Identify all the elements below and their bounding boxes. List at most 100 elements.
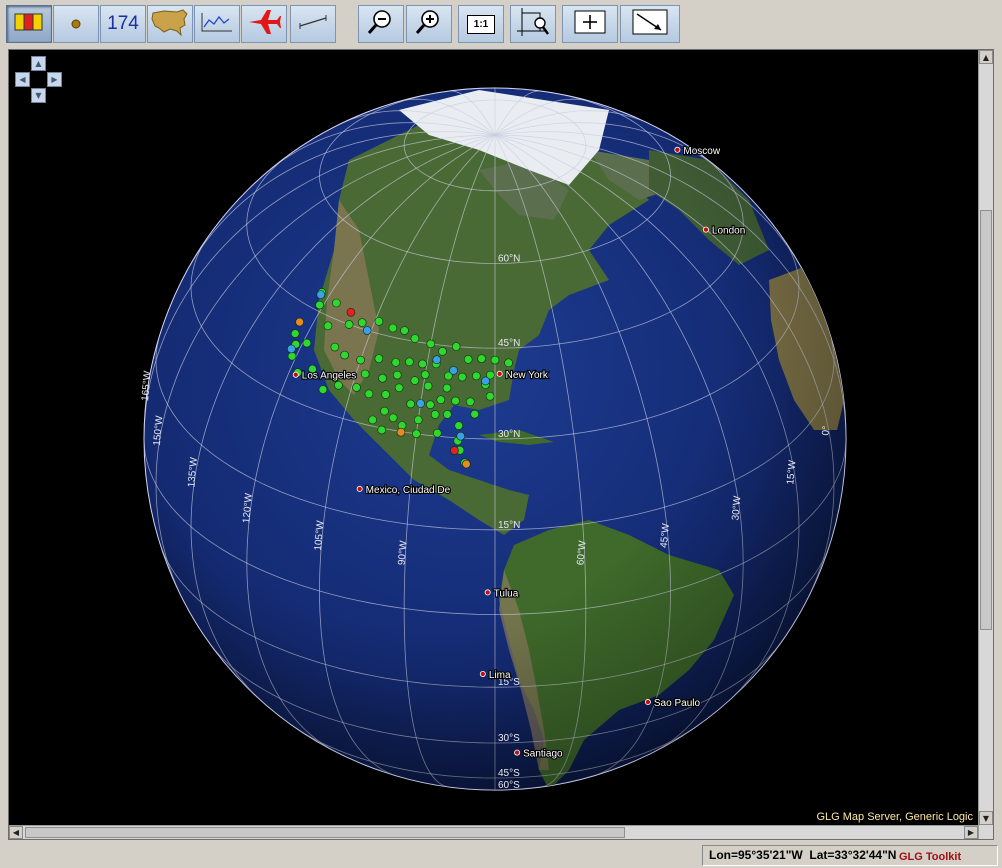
city-marker[interactable]	[514, 749, 521, 756]
city-marker[interactable]	[484, 589, 491, 596]
measure-button[interactable]	[290, 5, 336, 43]
status-marker-green[interactable]	[315, 300, 324, 310]
status-marker-green[interactable]	[334, 380, 343, 390]
zoom-in-button[interactable]	[406, 5, 452, 43]
status-marker-green[interactable]	[490, 355, 500, 365]
pan-down-button[interactable]: ▼	[31, 88, 46, 103]
scroll-right-arrow[interactable]: ▶	[964, 826, 978, 839]
status-marker-green[interactable]	[302, 338, 312, 348]
status-marker-green[interactable]	[392, 370, 402, 380]
zoom-reset-button[interactable]: 1:1	[458, 5, 504, 43]
status-marker-green[interactable]	[410, 334, 420, 343]
city-marker[interactable]	[356, 485, 363, 492]
counter-button[interactable]: 174	[100, 5, 146, 43]
status-marker-blue[interactable]	[362, 326, 372, 335]
status-marker-green[interactable]	[457, 372, 467, 382]
status-marker-green[interactable]	[423, 381, 433, 391]
status-marker-blue[interactable]	[416, 399, 425, 408]
usa-map-button[interactable]	[147, 5, 193, 43]
status-marker-orange[interactable]	[462, 459, 471, 469]
scroll-up-arrow[interactable]: ▲	[979, 50, 993, 64]
status-marker-green[interactable]	[413, 415, 423, 425]
status-marker-red[interactable]	[346, 307, 356, 317]
status-marker-blue[interactable]	[456, 431, 465, 441]
status-marker-green[interactable]	[368, 415, 377, 425]
status-marker-blue[interactable]	[481, 376, 490, 386]
pan-right-button[interactable]: ▶	[47, 72, 62, 87]
status-marker-green[interactable]	[420, 370, 430, 379]
status-marker-green[interactable]	[287, 351, 297, 361]
status-marker-green[interactable]	[485, 391, 495, 401]
pan-left-button[interactable]: ◀	[15, 72, 30, 87]
status-marker-green[interactable]	[432, 428, 442, 438]
city-marker[interactable]	[479, 670, 486, 677]
flight-button[interactable]	[241, 5, 287, 43]
status-marker-orange[interactable]	[295, 317, 304, 327]
status-marker-green[interactable]	[436, 395, 446, 405]
horizontal-scrollbar[interactable]: ◀ ▶	[9, 825, 978, 839]
status-marker-green[interactable]	[378, 373, 387, 383]
status-marker-green[interactable]	[406, 399, 415, 409]
city-marker[interactable]	[702, 226, 709, 233]
status-marker-green[interactable]	[318, 385, 328, 394]
pan-up-button[interactable]: ▲	[31, 56, 46, 71]
status-marker-green[interactable]	[504, 358, 513, 368]
map-viewport[interactable]: 165°W 150°W 135°W 120°W 105°W 90°W 60°W 45°W 30°…	[8, 49, 994, 840]
status-marker-blue[interactable]	[316, 290, 326, 299]
status-marker-green[interactable]	[477, 354, 486, 363]
status-marker-green[interactable]	[374, 317, 384, 326]
status-marker-green[interactable]	[451, 342, 461, 351]
status-marker-blue[interactable]	[287, 344, 296, 354]
vertical-scroll-thumb[interactable]	[980, 210, 992, 630]
status-marker-green[interactable]	[352, 383, 361, 392]
status-marker-green[interactable]	[344, 320, 354, 329]
status-marker-green[interactable]	[472, 371, 481, 381]
status-marker-green[interactable]	[412, 429, 421, 439]
status-marker-green[interactable]	[332, 298, 341, 308]
city-marker[interactable]	[644, 699, 651, 706]
marker-toggle-button[interactable]	[53, 5, 99, 43]
status-marker-green[interactable]	[391, 358, 401, 367]
status-marker-green[interactable]	[438, 347, 447, 356]
status-marker-red[interactable]	[450, 446, 459, 455]
status-marker-green[interactable]	[357, 318, 367, 327]
status-marker-green[interactable]	[410, 376, 420, 385]
zoom-area-button[interactable]	[510, 5, 556, 43]
status-marker-green[interactable]	[405, 357, 414, 367]
status-marker-orange[interactable]	[396, 427, 406, 437]
city-marker[interactable]	[496, 370, 503, 377]
status-marker-green[interactable]	[364, 389, 374, 399]
status-marker-green[interactable]	[451, 396, 460, 406]
status-marker-green[interactable]	[381, 390, 390, 399]
status-marker-green[interactable]	[418, 359, 427, 369]
status-marker-green[interactable]	[380, 406, 389, 416]
status-marker-green[interactable]	[394, 383, 404, 393]
center-button[interactable]	[562, 5, 618, 43]
scroll-down-arrow[interactable]: ▼	[979, 811, 993, 825]
status-marker-green[interactable]	[356, 355, 365, 365]
status-marker-green[interactable]	[426, 339, 436, 349]
status-marker-green[interactable]	[443, 410, 452, 419]
status-marker-green[interactable]	[374, 354, 384, 363]
scroll-left-arrow[interactable]: ◀	[9, 826, 23, 839]
city-marker[interactable]	[674, 146, 681, 153]
zoom-out-button[interactable]	[358, 5, 404, 43]
status-marker-green[interactable]	[377, 425, 387, 435]
status-marker-green[interactable]	[400, 326, 409, 335]
status-marker-green[interactable]	[463, 355, 473, 364]
status-marker-green[interactable]	[330, 342, 340, 352]
status-marker-green[interactable]	[454, 421, 464, 430]
status-marker-blue[interactable]	[432, 355, 442, 365]
status-marker-green[interactable]	[323, 321, 333, 331]
status-marker-green[interactable]	[430, 410, 440, 419]
status-marker-green[interactable]	[360, 369, 370, 379]
horizontal-scroll-thumb[interactable]	[25, 827, 625, 838]
vertical-scrollbar[interactable]: ▲ ▼	[978, 50, 993, 839]
status-marker-blue[interactable]	[449, 366, 458, 375]
city-marker[interactable]	[292, 371, 299, 378]
status-marker-green[interactable]	[388, 413, 398, 423]
status-marker-green[interactable]	[465, 397, 475, 407]
status-marker-green[interactable]	[290, 329, 300, 338]
status-marker-green[interactable]	[388, 323, 398, 333]
chart-button[interactable]	[194, 5, 240, 43]
